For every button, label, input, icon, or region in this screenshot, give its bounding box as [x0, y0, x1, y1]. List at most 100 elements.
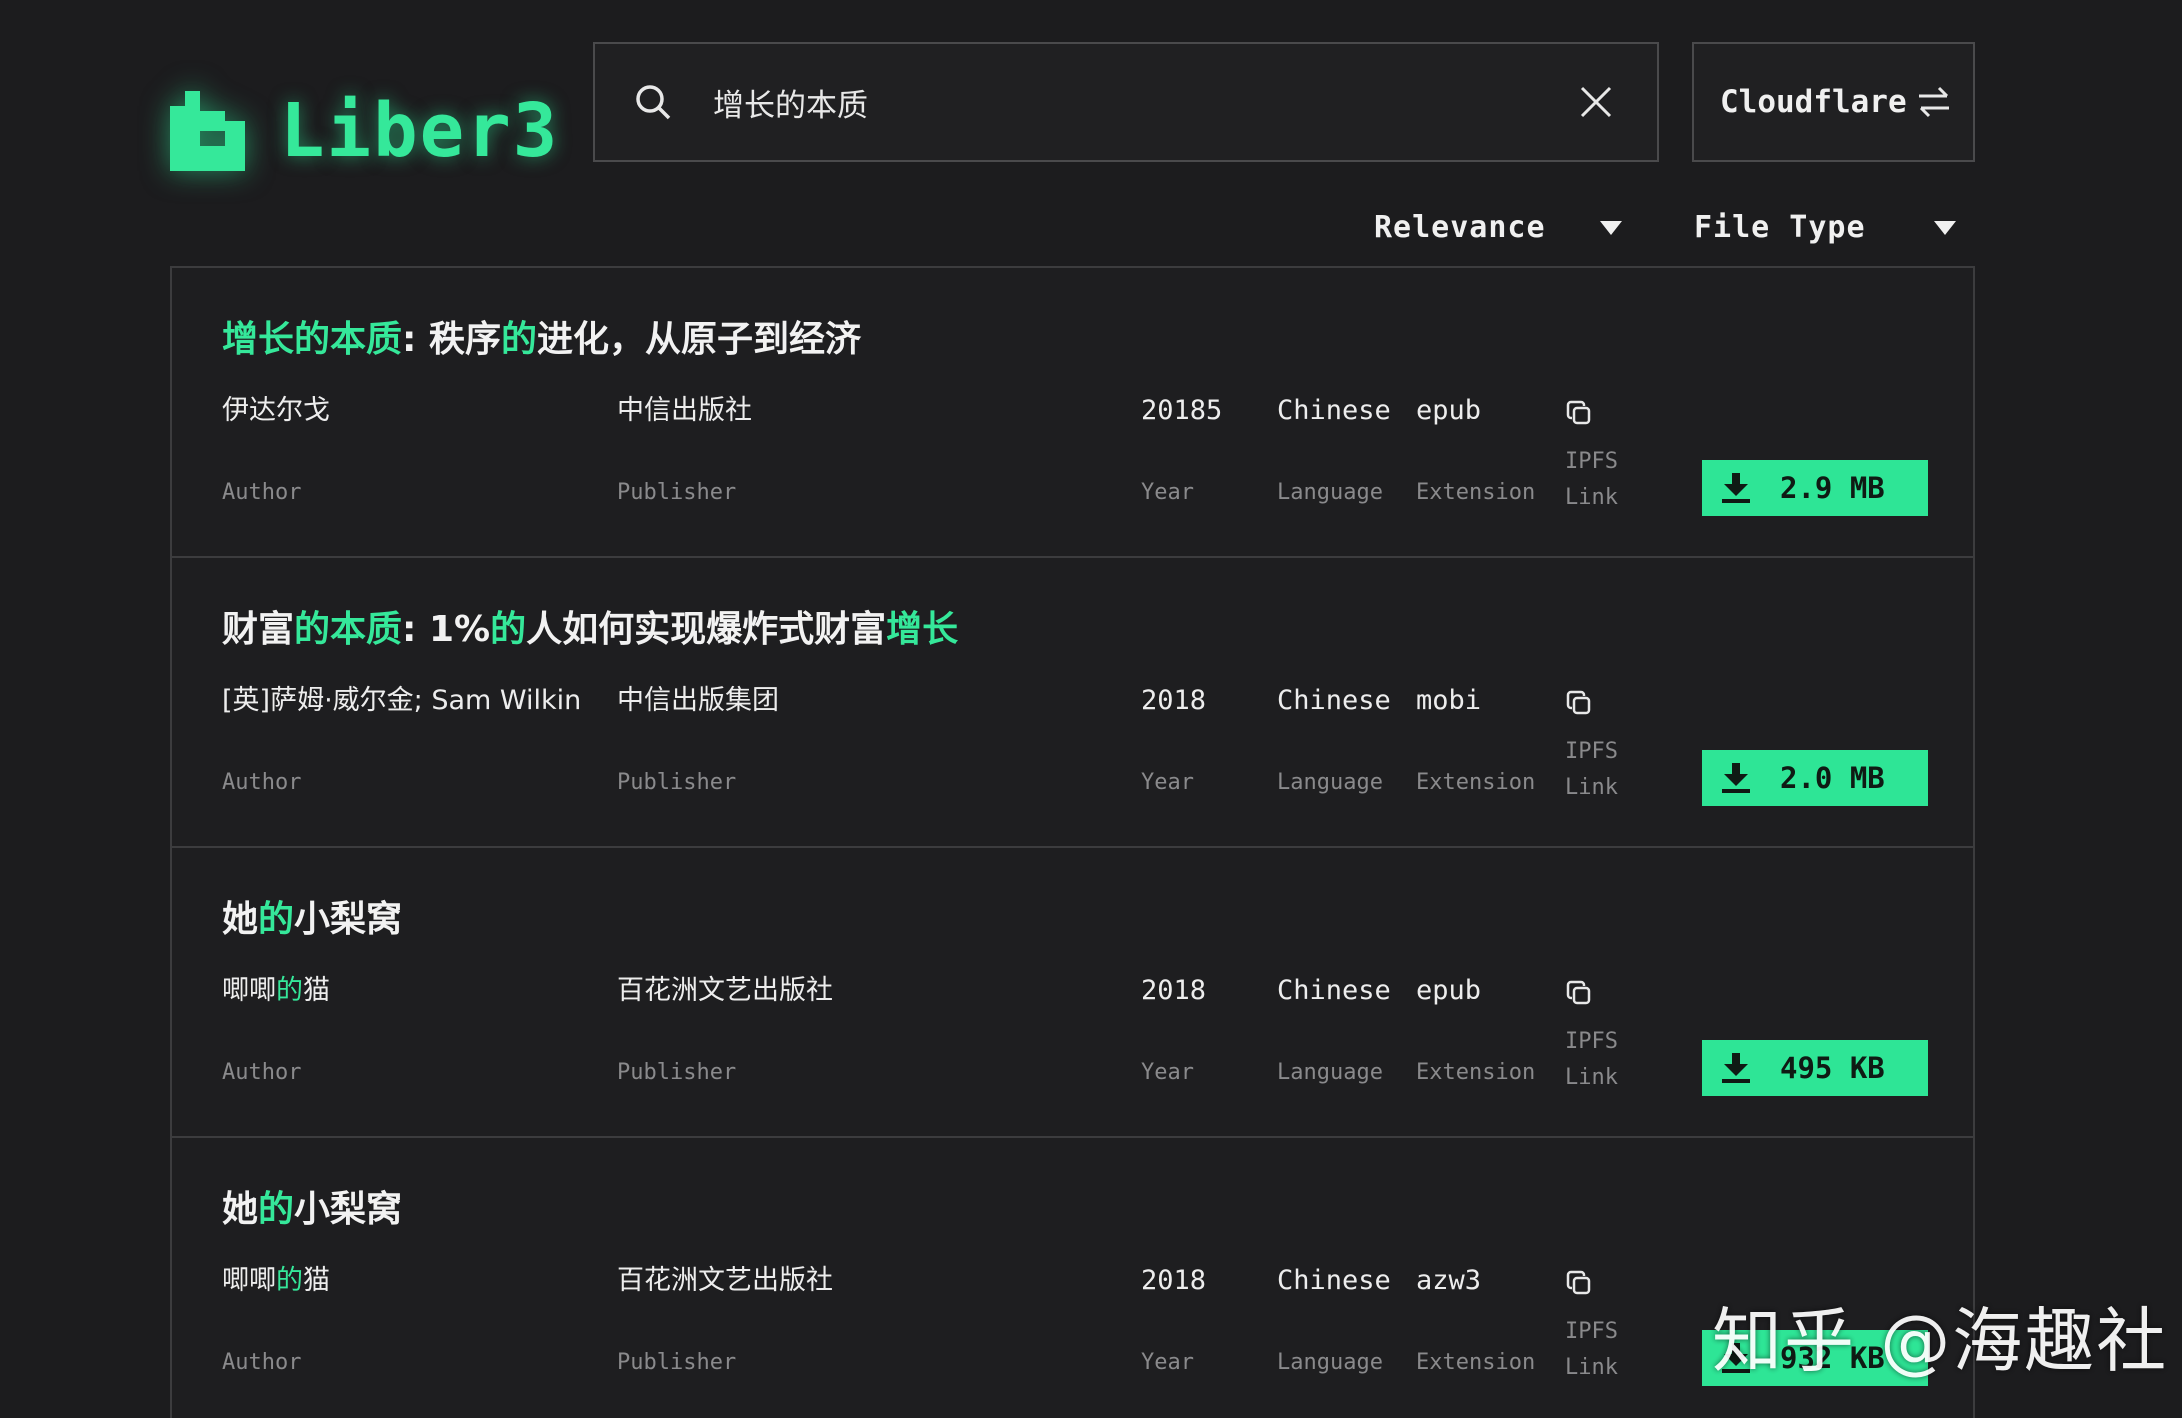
author-label: Author [222, 480, 302, 505]
highlighted-match: 增长的本质 [222, 319, 403, 360]
chevron-down-icon [1933, 220, 1956, 235]
year-label: Year [1141, 770, 1194, 795]
result-card: 她的小梨窝 唧唧的猫 百花洲文艺出版社 2018 Chinese epub Au… [172, 848, 1973, 1138]
search-icon [636, 85, 671, 120]
highlighted-match: 的 [276, 975, 303, 1006]
sort-bar: Relevance File Type [0, 210, 2182, 262]
year-value: 2018 [1141, 1265, 1207, 1296]
language-label: Language [1277, 480, 1383, 505]
publisher-value: 百花洲文艺出版社 [617, 1265, 833, 1296]
year-value: 20185 [1141, 395, 1223, 426]
publisher-value: 百花洲文艺出版社 [617, 975, 833, 1006]
text-segment: 唧唧 [222, 1265, 276, 1296]
download-icon [1722, 763, 1750, 793]
book-title[interactable]: 她的小梨窝 [222, 890, 402, 942]
language-label: Language [1277, 770, 1383, 795]
book-title[interactable]: 增长的本质: 秩序的进化，从原子到经济 [222, 310, 861, 362]
highlighted-match: 的 [490, 609, 527, 650]
watermark: 知乎 @海趣社 [1712, 1300, 2169, 1382]
gateway-switch-button[interactable]: Cloudflare [1692, 42, 1975, 162]
author-value: 唧唧的猫 [222, 970, 602, 1012]
highlighted-match: 的本质 [294, 609, 403, 650]
extension-label: Extension [1416, 480, 1536, 505]
app-name: Liber3 [280, 88, 560, 174]
copy-icon[interactable] [1564, 398, 1594, 428]
text-segment: 进化，从原子到经济 [536, 319, 861, 360]
ipfs-link-label: IPFS Link [1565, 1029, 1618, 1090]
highlighted-match: 的 [500, 319, 537, 360]
extension-label: Extension [1416, 770, 1536, 795]
close-icon[interactable] [1579, 85, 1613, 119]
highlighted-match: 的 [276, 1265, 303, 1296]
download-button[interactable]: 2.9 MB [1702, 460, 1928, 516]
book-title[interactable]: 她的小梨窝 [222, 1180, 402, 1232]
file-type-label: File Type [1694, 210, 1866, 245]
highlighted-match: 的 [258, 899, 295, 940]
text-segment: 小梨窝 [294, 899, 403, 940]
download-size: 2.0 MB [1780, 761, 1885, 795]
text-segment: : 1% [402, 609, 491, 650]
file-type-dropdown[interactable]: File Type [1694, 210, 1956, 245]
author-label: Author [222, 1060, 302, 1085]
publisher-label: Publisher [617, 480, 737, 505]
result-card: 财富的本质: 1%的人如何实现爆炸式财富增长 [英]萨姆·威尔金; Sam Wi… [172, 558, 1973, 848]
highlighted-match: 增长 [886, 609, 959, 650]
result-card: 增长的本质: 秩序的进化，从原子到经济 伊达尔戈 中信出版社 20185 Chi… [172, 268, 1973, 558]
text-segment: 唧唧 [222, 975, 276, 1006]
year-label: Year [1141, 480, 1194, 505]
extension-label: Extension [1416, 1350, 1536, 1375]
download-button[interactable]: 495 KB [1702, 1040, 1928, 1096]
publisher-value: 中信出版集团 [617, 685, 779, 716]
author-value: [英]萨姆·威尔金; Sam Wilkin [222, 680, 602, 722]
text-segment: 她 [222, 899, 259, 940]
year-value: 2018 [1141, 685, 1207, 716]
book-title[interactable]: 财富的本质: 1%的人如何实现爆炸式财富增长 [222, 600, 958, 652]
chevron-down-icon [1599, 220, 1622, 235]
language-value: Chinese [1277, 395, 1391, 426]
text-segment: 猫 [303, 1265, 330, 1296]
year-label: Year [1141, 1060, 1194, 1085]
copy-icon[interactable] [1564, 1268, 1594, 1298]
language-value: Chinese [1277, 1265, 1391, 1296]
language-label: Language [1277, 1060, 1383, 1085]
search-input[interactable]: 增长的本质 [713, 80, 1579, 125]
year-label: Year [1141, 1350, 1194, 1375]
publisher-label: Publisher [617, 1060, 737, 1085]
search-box[interactable]: 增长的本质 [593, 42, 1659, 162]
copy-icon[interactable] [1564, 688, 1594, 718]
publisher-value: 中信出版社 [617, 395, 752, 426]
extension-value: epub [1416, 975, 1482, 1006]
page: Liber3 增长的本质 Cloudflare Relevance File T… [0, 0, 2182, 1418]
year-value: 2018 [1141, 975, 1207, 1006]
text-segment: [英]萨姆·威尔金; Sam Wilkin [222, 685, 582, 716]
ipfs-link-label: IPFS Link [1565, 1319, 1618, 1380]
download-button[interactable]: 2.0 MB [1702, 750, 1928, 806]
results-list: 增长的本质: 秩序的进化，从原子到经济 伊达尔戈 中信出版社 20185 Chi… [170, 266, 1975, 1418]
copy-icon[interactable] [1564, 978, 1594, 1008]
extension-value: epub [1416, 395, 1482, 426]
text-segment: : 秩序 [402, 319, 501, 360]
ipfs-link-label: IPFS Link [1565, 449, 1618, 510]
author-value: 伊达尔戈 [222, 390, 602, 432]
ipfs-link-label: IPFS Link [1565, 739, 1618, 800]
publisher-label: Publisher [617, 770, 737, 795]
extension-value: mobi [1416, 685, 1482, 716]
text-segment: 人如何实现爆炸式财富 [526, 609, 887, 650]
sort-order-label: Relevance [1374, 210, 1546, 245]
text-segment: 伊达尔戈 [222, 395, 330, 426]
result-card: 她的小梨窝 唧唧的猫 百花洲文艺出版社 2018 Chinese azw3 Au… [172, 1138, 1973, 1418]
download-icon [1722, 1053, 1750, 1083]
publisher-label: Publisher [617, 1350, 737, 1375]
sort-order-dropdown[interactable]: Relevance [1374, 210, 1622, 245]
liber3-logo-icon [170, 91, 245, 171]
download-size: 2.9 MB [1780, 471, 1885, 505]
language-value: Chinese [1277, 975, 1391, 1006]
download-icon [1722, 473, 1750, 503]
gateway-label: Cloudflare [1720, 84, 1907, 120]
author-value: 唧唧的猫 [222, 1260, 602, 1302]
text-segment: 猫 [303, 975, 330, 1006]
text-segment: 财富 [222, 609, 295, 650]
language-value: Chinese [1277, 685, 1391, 716]
logo[interactable]: Liber3 [170, 56, 559, 206]
author-label: Author [222, 770, 302, 795]
